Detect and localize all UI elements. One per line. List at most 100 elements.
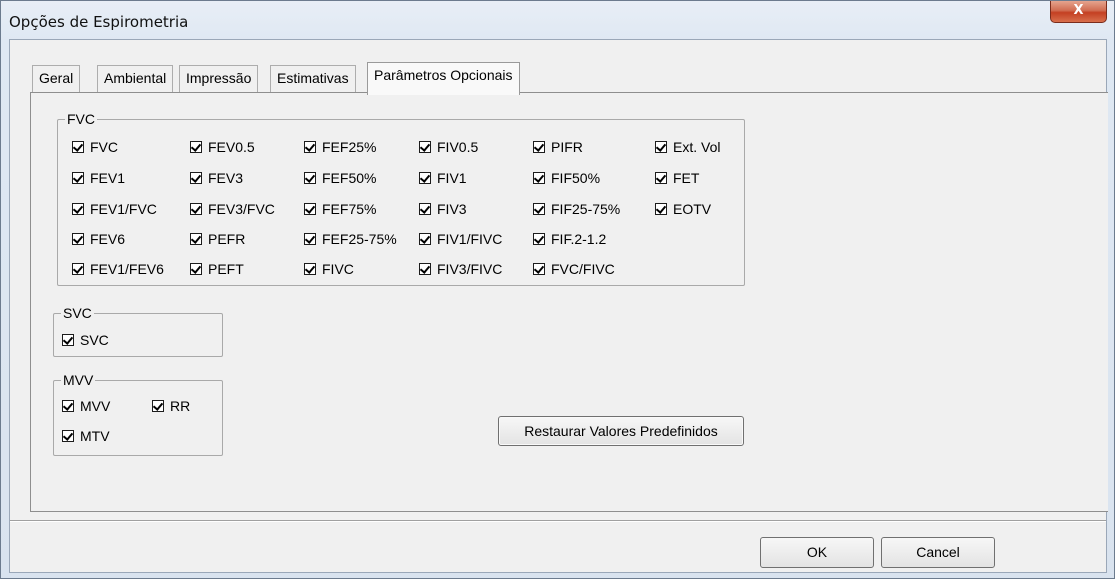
checkbox-fef75[interactable]: FEF75%: [304, 200, 376, 218]
check-icon: [62, 400, 74, 412]
mvv-group: MVV MVV RR MTV: [53, 372, 223, 456]
checkbox-label: EOTV: [673, 201, 712, 217]
checkbox-eotv[interactable]: EOTV: [655, 200, 711, 218]
checkbox-fev0-5[interactable]: FEV0.5: [190, 138, 255, 156]
tab-panel: FVC FVC FEV1 FEV1/FVC FEV6 FEV1/FEV6 FEV…: [30, 92, 1108, 512]
check-icon: [190, 203, 202, 215]
checkbox-label: PEFR: [208, 231, 246, 247]
checkbox-fef50[interactable]: FEF50%: [304, 169, 376, 187]
check-icon: [72, 233, 84, 245]
checkbox-label: FEV1/FVC: [90, 201, 157, 217]
check-icon: [419, 172, 431, 184]
check-icon: [533, 233, 545, 245]
checkbox-label: FET: [673, 170, 700, 186]
checkbox-fif-2-1-2[interactable]: FIF.2-1.2: [533, 230, 606, 248]
checkbox-label: SVC: [80, 332, 109, 348]
tab-parametros-opcionais[interactable]: Parâmetros Opcionais: [367, 62, 520, 95]
checkbox-fiv0-5[interactable]: FIV0.5: [419, 138, 478, 156]
check-icon: [304, 263, 316, 275]
fvc-group: FVC FVC FEV1 FEV1/FVC FEV6 FEV1/FEV6 FEV…: [57, 111, 745, 286]
check-icon: [419, 141, 431, 153]
checkbox-pefr[interactable]: PEFR: [190, 230, 245, 248]
checkbox-label: FIV0.5: [437, 139, 479, 155]
checkbox-label: FIV3: [437, 201, 467, 217]
dialog-client-area: Geral Ambiental Impressão Estimativas Pa…: [9, 39, 1108, 573]
check-icon: [304, 141, 316, 153]
check-icon: [655, 141, 667, 153]
tab-estimativas[interactable]: Estimativas: [270, 65, 356, 93]
tab-label: Impressão: [186, 70, 252, 86]
checkbox-fev3-fvc[interactable]: FEV3/FVC: [190, 200, 275, 218]
checkbox-fev3[interactable]: FEV3: [190, 169, 243, 187]
checkbox-fif25-75[interactable]: FIF25-75%: [533, 200, 620, 218]
restore-defaults-button[interactable]: Restaurar Valores Predefinidos: [498, 416, 744, 446]
title-bar[interactable]: Opções de Espirometria X: [1, 1, 1114, 39]
checkbox-svc[interactable]: SVC: [62, 331, 109, 349]
check-icon: [72, 263, 84, 275]
group-title-fvc: FVC: [65, 111, 97, 127]
checkbox-ext-vol[interactable]: Ext. Vol: [655, 138, 720, 156]
tab-label: Ambiental: [104, 70, 167, 86]
check-icon: [72, 203, 84, 215]
check-icon: [190, 141, 202, 153]
checkbox-fev1-fvc[interactable]: FEV1/FVC: [72, 200, 157, 218]
checkbox-fiv3[interactable]: FIV3: [419, 200, 467, 218]
checkbox-fev6[interactable]: FEV6: [72, 230, 125, 248]
checkbox-mvv[interactable]: MVV: [62, 397, 110, 415]
checkbox-label: FIF.2-1.2: [551, 231, 607, 247]
checkbox-label: FEF50%: [322, 170, 377, 186]
checkbox-label: Ext. Vol: [673, 139, 721, 155]
separator: [10, 520, 1106, 522]
tab-label: Parâmetros Opcionais: [374, 67, 513, 83]
check-icon: [190, 233, 202, 245]
group-title-mvv: MVV: [61, 372, 96, 388]
checkbox-pifr[interactable]: PIFR: [533, 138, 583, 156]
check-icon: [655, 172, 667, 184]
checkbox-label: FEF25%: [322, 139, 377, 155]
checkbox-fev1-fev6[interactable]: FEV1/FEV6: [72, 260, 164, 278]
check-icon: [533, 203, 545, 215]
checkbox-fet[interactable]: FET: [655, 169, 699, 187]
cancel-button[interactable]: Cancel: [881, 537, 995, 568]
check-icon: [655, 203, 667, 215]
check-icon: [533, 172, 545, 184]
button-label: Restaurar Valores Predefinidos: [524, 423, 718, 439]
checkbox-label: FEF25-75%: [322, 231, 397, 247]
checkbox-fiv1[interactable]: FIV1: [419, 169, 467, 187]
checkbox-fiv3-fivc[interactable]: FIV3/FIVC: [419, 260, 502, 278]
check-icon: [304, 172, 316, 184]
checkbox-label: FEF75%: [322, 201, 377, 217]
checkbox-peft[interactable]: PEFT: [190, 260, 244, 278]
button-label: Cancel: [916, 544, 960, 560]
tab-impressao[interactable]: Impressão: [179, 65, 259, 93]
close-icon: X: [1073, 3, 1084, 18]
check-icon: [190, 263, 202, 275]
checkbox-fvc-fivc[interactable]: FVC/FIVC: [533, 260, 615, 278]
checkbox-fef25-75[interactable]: FEF25-75%: [304, 230, 397, 248]
checkbox-label: FIF50%: [551, 170, 601, 186]
check-icon: [152, 400, 164, 412]
checkbox-label: PEFT: [208, 261, 244, 277]
checkbox-rr[interactable]: RR: [152, 397, 190, 415]
window-title: Opções de Espirometria: [9, 13, 189, 31]
checkbox-label: FIVC: [322, 261, 354, 277]
check-icon: [419, 203, 431, 215]
checkbox-fvc[interactable]: FVC: [72, 138, 118, 156]
checkbox-fev1[interactable]: FEV1: [72, 169, 125, 187]
close-button[interactable]: X: [1050, 1, 1107, 23]
checkbox-label: FVC: [90, 139, 118, 155]
checkbox-fiv1-fivc[interactable]: FIV1/FIVC: [419, 230, 502, 248]
checkbox-label: FEV0.5: [208, 139, 255, 155]
check-icon: [62, 430, 74, 442]
checkbox-label: FEV3: [208, 170, 244, 186]
check-icon: [533, 263, 545, 275]
checkbox-mtv[interactable]: MTV: [62, 427, 110, 445]
check-icon: [304, 233, 316, 245]
checkbox-fef25[interactable]: FEF25%: [304, 138, 376, 156]
tab-ambiental[interactable]: Ambiental: [97, 65, 174, 93]
ok-button[interactable]: OK: [760, 537, 874, 568]
checkbox-fif50[interactable]: FIF50%: [533, 169, 600, 187]
checkbox-fivc[interactable]: FIVC: [304, 260, 354, 278]
tab-geral[interactable]: Geral: [32, 65, 81, 93]
checkbox-label: FIV3/FIVC: [437, 261, 503, 277]
